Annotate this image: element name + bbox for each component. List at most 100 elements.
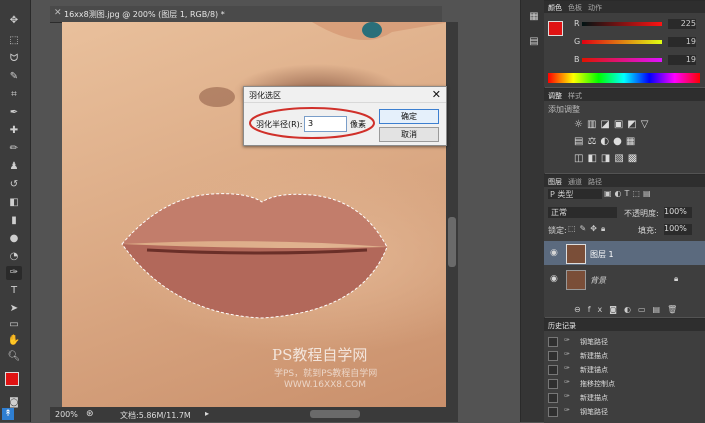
healing-brush-icon[interactable]: ✚: [6, 124, 22, 138]
tab-swatches[interactable]: 色板: [568, 3, 582, 13]
visibility-eye-icon[interactable]: ◉: [550, 248, 558, 258]
feather-selection-dialog: 羽化选区 ✕ 羽化半径(R): 像素 确定 取消: [243, 86, 447, 146]
lock-label: 锁定:: [548, 226, 567, 235]
tab-paths[interactable]: 路径: [588, 177, 602, 187]
blur-tool-icon[interactable]: ●: [6, 232, 22, 246]
color-panel: 颜色 色板 动作 R 225 G 19 B 19: [544, 0, 705, 87]
g-value[interactable]: 19: [668, 37, 696, 47]
visibility-eye-icon[interactable]: ◉: [550, 274, 558, 284]
crop-tool-icon[interactable]: ⌗: [6, 88, 22, 102]
r-label: R: [574, 19, 580, 28]
history-step-icon: ✑: [564, 378, 570, 386]
layer-filter-select[interactable]: P 类型: [548, 189, 602, 199]
tab-color[interactable]: 颜色: [548, 3, 562, 13]
eyedropper-tool-icon[interactable]: ✒: [6, 106, 22, 120]
image-canvas[interactable]: PS教程自学网 学PS，就到PS教程自学网 WWW.16XX8.COM: [62, 22, 450, 407]
ok-button[interactable]: 确定: [379, 109, 439, 124]
fill-value[interactable]: 100%: [664, 224, 692, 235]
dodge-tool-icon[interactable]: ◔: [6, 250, 22, 264]
history-checkbox[interactable]: [548, 379, 558, 389]
layer-row-1[interactable]: ◉ 图层 1: [544, 241, 705, 265]
history-item[interactable]: ✑ 新建描点: [544, 349, 705, 362]
layers-footer-icons[interactable]: ⊖fx◙◐▭▤🗑︎: [574, 305, 684, 314]
dialog-close-icon[interactable]: ✕: [432, 88, 441, 101]
dialog-divider: [244, 102, 446, 103]
path-select-tool-icon[interactable]: ➤: [6, 302, 22, 316]
g-slider[interactable]: [582, 40, 662, 44]
tab-styles[interactable]: 样式: [568, 91, 582, 101]
panel-toggle-icon[interactable]: ▦: [526, 10, 542, 24]
brush-tool-icon[interactable]: ✏: [6, 142, 22, 156]
zoom-level[interactable]: 200%: [55, 410, 78, 419]
clone-stamp-icon[interactable]: ♟: [6, 160, 22, 174]
screen-mode-icon[interactable]: ↟: [2, 408, 14, 420]
pen-tool-icon[interactable]: ✑: [6, 266, 22, 280]
foreground-color-swatch[interactable]: [5, 372, 19, 386]
panel-toggle-icon-2[interactable]: ▤: [526, 35, 542, 49]
watermark-title: PS教程自学网: [272, 346, 368, 364]
layer-row-2[interactable]: ◉ 背景 🔒︎: [544, 267, 705, 291]
vertical-scroll-thumb[interactable]: [448, 217, 456, 267]
r-value[interactable]: 225: [668, 19, 696, 29]
adjustment-icons-row-1[interactable]: ☼▥◪▣◩▽: [574, 119, 652, 130]
gradient-tool-icon[interactable]: ▮: [6, 214, 22, 228]
history-checkbox[interactable]: [548, 351, 558, 361]
history-brush-icon[interactable]: ↺: [6, 178, 22, 192]
panel-icon-strip: ▦ ▤: [520, 0, 545, 422]
adjustments-tabs: 调整 样式: [544, 89, 705, 101]
type-tool-icon[interactable]: T: [6, 284, 22, 298]
lasso-tool-icon[interactable]: ᗢ: [6, 52, 22, 66]
b-value[interactable]: 19: [668, 55, 696, 65]
history-checkbox[interactable]: [548, 407, 558, 417]
history-item[interactable]: ✑ 新建锚点: [544, 363, 705, 376]
history-checkbox[interactable]: [548, 365, 558, 375]
history-item-label: 新建描点: [580, 352, 608, 360]
g-label: G: [574, 37, 581, 46]
marquee-tool-icon[interactable]: ⬚: [6, 34, 22, 48]
cancel-button[interactable]: 取消: [379, 127, 439, 142]
tab-history[interactable]: 历史记录: [548, 321, 576, 331]
layer-name[interactable]: 图层 1: [590, 249, 614, 260]
horizontal-scroll-thumb[interactable]: [310, 410, 360, 418]
adjustment-icons-row-2[interactable]: ▤⚖◐●▦: [574, 136, 639, 147]
tab-adjustments[interactable]: 调整: [548, 91, 562, 101]
shape-tool-icon[interactable]: ▭: [6, 318, 22, 332]
quick-select-tool-icon[interactable]: ✎: [6, 70, 22, 84]
close-tab-icon[interactable]: ✕: [54, 8, 62, 18]
lock-icons[interactable]: ⬚✎✥🔒︎: [568, 224, 609, 234]
layer-name[interactable]: 背景: [590, 275, 606, 286]
history-item[interactable]: ✑ 新建描点: [544, 391, 705, 404]
status-info-icon[interactable]: ⊛: [86, 409, 94, 419]
eraser-tool-icon[interactable]: ◧: [6, 196, 22, 210]
history-item[interactable]: ✑ 钢笔路径: [544, 335, 705, 348]
hand-tool-icon[interactable]: ✋: [6, 334, 22, 348]
opacity-value[interactable]: 100%: [664, 207, 692, 218]
b-slider[interactable]: [582, 58, 662, 62]
history-item[interactable]: ✑ 钢笔路径: [544, 405, 705, 418]
history-step-icon: ✑: [564, 336, 570, 344]
history-step-icon: ✑: [564, 406, 570, 414]
layer-filter-icons[interactable]: ▣◐T⬚▤: [604, 189, 654, 198]
blend-mode-select[interactable]: 正常: [548, 207, 617, 218]
tab-actions[interactable]: 动作: [588, 3, 602, 13]
r-slider[interactable]: [582, 22, 662, 26]
tab-layers[interactable]: 图层: [548, 177, 562, 187]
status-arrow-icon[interactable]: ▸: [205, 409, 209, 418]
history-checkbox[interactable]: [548, 393, 558, 403]
history-checkbox[interactable]: [548, 337, 558, 347]
history-item-label: 拖移控制点: [580, 380, 615, 388]
document-tab[interactable]: ✕ 16xx8测图.jpg @ 200% (图层 1, RGB/8) *: [50, 6, 442, 23]
zoom-tool-icon[interactable]: 🔍︎: [6, 350, 22, 364]
history-item-label: 新建锚点: [580, 366, 608, 374]
move-tool-icon[interactable]: ✥: [6, 14, 22, 28]
tab-channels[interactable]: 通道: [568, 177, 582, 187]
dialog-title: 羽化选区: [249, 91, 281, 100]
adjustment-icons-row-3[interactable]: ◫◧◨▧▩: [574, 153, 641, 164]
fill-label: 填充:: [638, 226, 657, 235]
color-panel-foreground[interactable]: [548, 21, 563, 36]
history-step-icon: ✑: [564, 364, 570, 372]
color-ramp[interactable]: [548, 73, 700, 83]
history-item[interactable]: ✑ 拖移控制点: [544, 377, 705, 390]
vertical-scrollbar[interactable]: [446, 22, 458, 407]
history-step-icon: ✑: [564, 392, 570, 400]
